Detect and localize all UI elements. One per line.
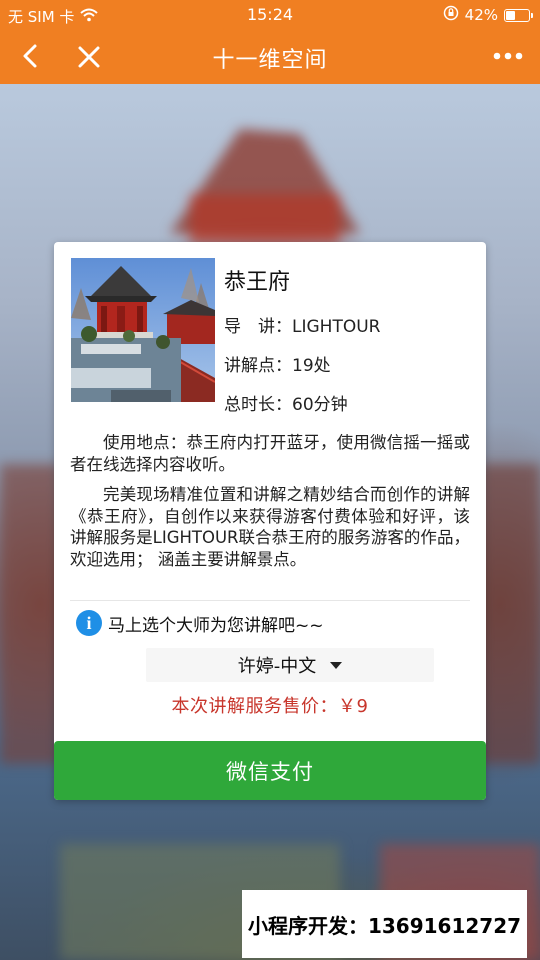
duration-info: 总时长：60分钟 — [224, 395, 348, 415]
more-button[interactable] — [488, 38, 528, 74]
guide-select[interactable]: 许婷-中文 — [146, 648, 434, 682]
battery-level — [506, 10, 515, 20]
guide-select-value: 许婷-中文 — [237, 656, 317, 677]
divider — [70, 600, 470, 601]
status-right: 42% — [443, 5, 533, 25]
usage-description: 使用地点：恭王府内打开蓝牙，使用微信摇一摇或者在线选择内容收听。 — [70, 433, 470, 474]
battery-icon — [504, 8, 533, 22]
intro-description: 完美现场精准位置和讲解之精妙结合而创作的讲解《恭王府》，自创作以来获得游客付费体… — [70, 485, 470, 569]
more-icon — [493, 52, 523, 60]
page-title: 十一维空间 — [212, 48, 328, 73]
ad-banner: 小程序开发：13691612727 — [242, 890, 527, 958]
info-icon: i — [76, 610, 102, 636]
points-info: 讲解点：19处 — [224, 356, 331, 376]
site-thumbnail — [71, 258, 215, 402]
status-bar: 无 SIM 卡 15:24 42% — [0, 0, 540, 30]
dropdown-caret-icon — [330, 661, 343, 669]
price-label: 本次讲解服务售价：￥9 — [171, 696, 369, 717]
site-name: 恭王府 — [224, 270, 291, 295]
guide-tip: i 马上选个大师为您讲解吧~~ — [76, 610, 324, 636]
wechat-pay-button[interactable]: 微信支付 — [54, 741, 486, 800]
tip-text: 马上选个大师为您讲解吧~~ — [108, 615, 324, 636]
orientation-lock-icon — [443, 5, 459, 25]
battery-percent: 42% — [464, 6, 498, 24]
tour-card: 恭王府 导 讲：LIGHTOUR 讲解点：19处 总时长：60分钟 使用地点：恭… — [54, 242, 486, 800]
guide-info: 导 讲：LIGHTOUR — [224, 317, 381, 337]
nav-bar: 十一维空间 — [0, 30, 540, 84]
